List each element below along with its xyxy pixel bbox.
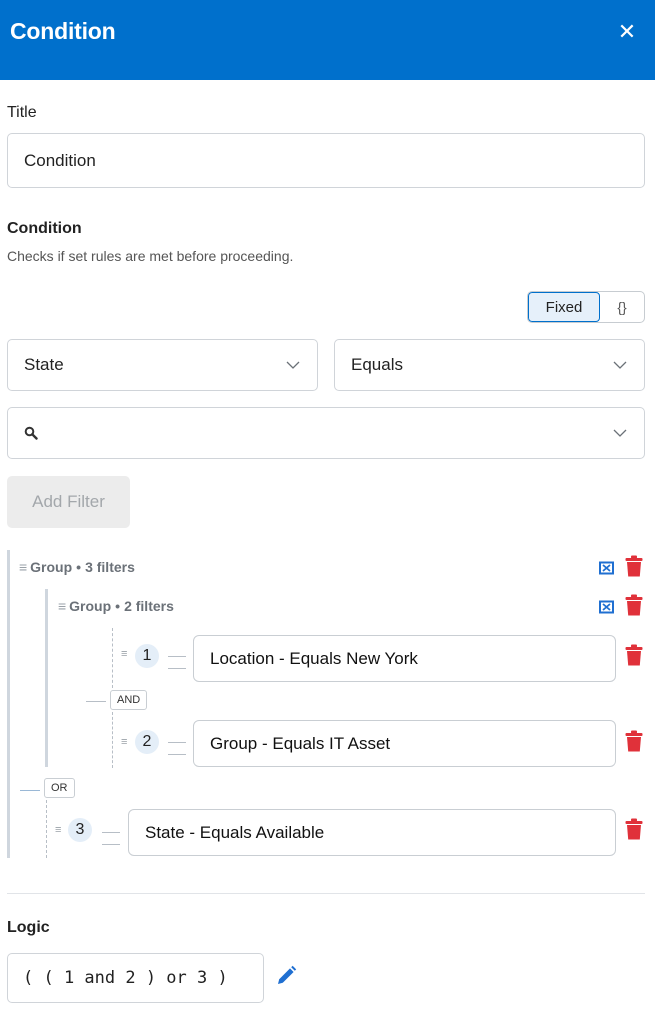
- filter-3-box[interactable]: State - Equals Available: [128, 809, 616, 856]
- section-divider: [7, 893, 645, 894]
- value-search-select[interactable]: [7, 407, 645, 459]
- tree-connector: [112, 628, 113, 688]
- chevron-down-icon: [613, 429, 627, 437]
- close-icon: ✕: [617, 19, 637, 44]
- title-input[interactable]: [7, 133, 645, 188]
- filter-number-badge: 2: [135, 730, 159, 754]
- logic-heading: Logic: [7, 919, 50, 936]
- drag-handle-icon[interactable]: ≡: [55, 824, 61, 836]
- ungroup-icon: [598, 561, 614, 575]
- expression-mode-button[interactable]: {}: [600, 292, 644, 322]
- tree-connector: [86, 701, 106, 702]
- delete-root-group-button[interactable]: [624, 555, 644, 577]
- operator-select-value: Equals: [351, 355, 403, 374]
- operator-select[interactable]: Equals: [334, 339, 645, 391]
- tree-connector: [168, 656, 186, 657]
- trash-icon: [625, 730, 643, 752]
- field-select-value: State: [24, 355, 64, 374]
- condition-description: Checks if set rules are met before proce…: [7, 248, 294, 264]
- trash-icon: [625, 644, 643, 666]
- add-filter-button[interactable]: Add Filter: [7, 476, 130, 528]
- root-group-rail: [7, 550, 10, 858]
- tree-connector: [46, 800, 47, 858]
- delete-filter-1-button[interactable]: [624, 644, 644, 666]
- tree-connector: [168, 742, 186, 743]
- delete-nested-group-button[interactable]: [624, 594, 644, 616]
- mode-toggle: Fixed {}: [527, 291, 645, 323]
- pencil-icon: [278, 965, 297, 984]
- filter-number-badge: 3: [68, 818, 92, 842]
- ungroup-nested-button[interactable]: [596, 596, 616, 618]
- tree-connector: [112, 712, 113, 768]
- chevron-down-icon: [613, 361, 627, 369]
- trash-icon: [625, 818, 643, 840]
- root-group-label[interactable]: ≡ Group • 3 filters: [19, 559, 135, 575]
- or-connector[interactable]: OR: [44, 778, 75, 798]
- search-icon: [24, 426, 38, 440]
- trash-icon: [625, 555, 643, 577]
- drag-handle-icon[interactable]: ≡: [121, 736, 127, 748]
- drag-handle-icon[interactable]: ≡: [121, 648, 127, 660]
- filter-2-box[interactable]: Group - Equals IT Asset: [193, 720, 616, 767]
- delete-filter-2-button[interactable]: [624, 730, 644, 752]
- title-label: Title: [7, 104, 37, 121]
- filter-number-badge: 1: [135, 644, 159, 668]
- nested-group-rail: [45, 589, 48, 767]
- panel-title: Condition: [10, 18, 116, 44]
- tree-connector: [102, 844, 120, 845]
- tree-connector: [168, 754, 186, 755]
- tree-connector: [20, 790, 40, 791]
- logic-expression: ( ( 1 and 2 ) or 3 ): [7, 953, 264, 1003]
- close-button[interactable]: ✕: [613, 18, 641, 46]
- nested-group-label[interactable]: ≡ Group • 2 filters: [58, 598, 174, 614]
- chevron-down-icon: [286, 361, 300, 369]
- ungroup-icon: [598, 600, 614, 614]
- ungroup-root-button[interactable]: [596, 557, 616, 579]
- filter-1-box[interactable]: Location - Equals New York: [193, 635, 616, 682]
- fixed-mode-button[interactable]: Fixed: [528, 292, 600, 322]
- and-connector[interactable]: AND: [110, 690, 148, 710]
- condition-heading: Condition: [7, 220, 82, 237]
- delete-filter-3-button[interactable]: [624, 818, 644, 840]
- tree-connector: [102, 832, 120, 833]
- field-select[interactable]: State: [7, 339, 318, 391]
- trash-icon: [625, 594, 643, 616]
- edit-logic-button[interactable]: [274, 964, 298, 988]
- tree-connector: [168, 668, 186, 669]
- panel-header: Condition ✕: [0, 0, 655, 80]
